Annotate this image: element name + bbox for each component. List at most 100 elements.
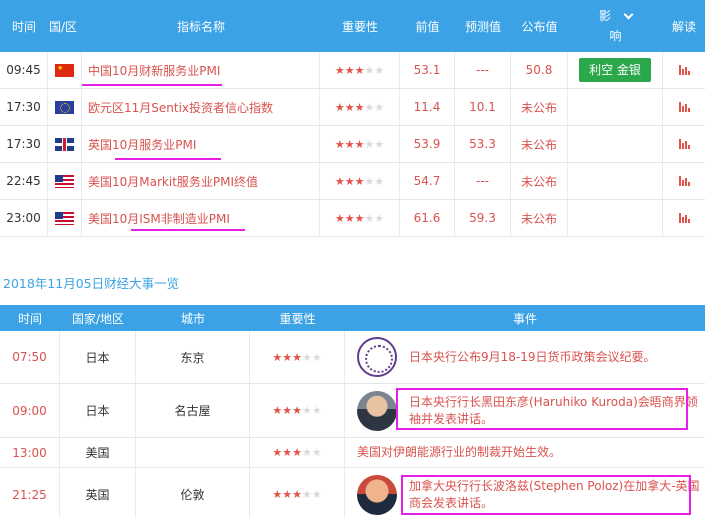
cell-forecast: 59.3 — [455, 200, 511, 236]
star-icon: ★ — [374, 137, 385, 151]
cell-previous: 54.7 — [400, 163, 455, 199]
star-icon: ★ — [292, 404, 302, 417]
annotation-underline — [131, 229, 245, 231]
cell-time: 07:50 — [0, 331, 60, 383]
flag-icon — [55, 100, 74, 114]
cell-country: 英国 — [60, 468, 136, 518]
cell-event[interactable]: 日本央行公布9月18-19日货币政策会议纪要。 — [345, 331, 705, 383]
header-forecast: 预测值 — [464, 19, 501, 34]
star-icon: ★ — [344, 137, 355, 151]
bar-chart-icon[interactable] — [678, 65, 690, 75]
star-icon: ★ — [311, 404, 322, 417]
cell-indicator-name[interactable]: 英国10月服务业PMI — [82, 126, 320, 162]
bar-chart-icon[interactable] — [678, 213, 690, 223]
star-icon: ★ — [272, 488, 283, 501]
header-country: 国家/地区 — [71, 311, 125, 326]
star-icon: ★ — [292, 446, 302, 459]
cell-importance: ★★★★★ — [320, 52, 400, 88]
flag-icon — [55, 63, 74, 77]
star-icon: ★ — [292, 350, 302, 364]
cell-effect — [568, 163, 663, 199]
effect-badge[interactable]: 利空 金银 — [579, 58, 651, 82]
indicator-row[interactable]: 17:30 英国10月服务业PMI ★★★★★ 53.9 53.3 未公布 — [0, 126, 705, 163]
header-importance: 重要性 — [279, 311, 316, 326]
chevron-down-icon[interactable] — [623, 9, 634, 19]
star-icon: ★ — [301, 446, 312, 459]
cell-indicator-name[interactable]: 中国10月财新服务业PMI — [82, 52, 320, 88]
indicator-row[interactable]: 17:30 欧元区11月Sentix投资者信心指数 ★★★★★ 11.4 10.… — [0, 89, 705, 126]
star-icon: ★ — [292, 488, 302, 501]
cell-time: 17:30 — [0, 126, 48, 162]
cell-interpret[interactable] — [663, 126, 705, 162]
star-icon: ★ — [301, 350, 312, 364]
bar-chart-icon[interactable] — [678, 102, 690, 112]
star-icon: ★ — [282, 404, 293, 417]
header-effect[interactable]: 影 响 — [568, 0, 663, 52]
cell-interpret[interactable] — [663, 163, 705, 199]
star-icon: ★ — [272, 446, 283, 459]
bar-chart-icon[interactable] — [678, 139, 690, 149]
star-icon: ★ — [334, 100, 345, 114]
annotation-underline — [115, 158, 221, 160]
star-icon: ★ — [374, 211, 385, 225]
star-rating: ★★★★★ — [335, 64, 384, 77]
cell-city — [136, 438, 250, 467]
header-city: 城市 — [180, 311, 205, 326]
header-previous: 前值 — [415, 19, 440, 34]
star-icon: ★ — [334, 211, 345, 225]
cell-effect — [568, 126, 663, 162]
bar-chart-icon[interactable] — [678, 176, 690, 186]
header-indicator: 指标名称 — [176, 19, 225, 34]
header-importance: 重要性 — [341, 19, 378, 34]
star-rating: ★★★★★ — [335, 175, 384, 188]
star-icon: ★ — [354, 100, 365, 114]
cell-effect — [568, 200, 663, 236]
flag-icon — [55, 137, 74, 151]
cell-interpret[interactable] — [663, 89, 705, 125]
section-title: 2018年11月05日财经大事一览 — [3, 276, 180, 291]
header-interpret: 解读 — [671, 19, 696, 34]
star-icon: ★ — [344, 211, 355, 225]
cell-time: 22:45 — [0, 163, 48, 199]
cell-importance: ★★★★★ — [320, 89, 400, 125]
star-icon: ★ — [334, 174, 345, 188]
star-icon: ★ — [364, 100, 375, 114]
star-rating: ★★★★★ — [272, 351, 321, 364]
cell-flag — [48, 163, 82, 199]
indicator-table: 时间 国/区 指标名称 重要性 前值 预测值 公布值 影 响 解读 09:45 … — [0, 0, 705, 237]
star-icon: ★ — [272, 404, 283, 417]
cell-flag — [48, 89, 82, 125]
cell-published: 未公布 — [511, 126, 568, 162]
event-row[interactable]: 13:00 美国 ★★★★★ 美国对伊朗能源行业的制裁开始生效。 — [0, 438, 705, 468]
cell-time: 17:30 — [0, 89, 48, 125]
cell-city: 伦敦 — [136, 468, 250, 518]
star-icon: ★ — [334, 63, 345, 77]
cell-forecast: 53.3 — [455, 126, 511, 162]
cell-importance: ★★★★★ — [320, 126, 400, 162]
star-rating: ★★★★★ — [335, 101, 384, 114]
cell-indicator-name[interactable]: 欧元区11月Sentix投资者信心指数 — [82, 89, 320, 125]
header-country: 国/区 — [48, 19, 78, 34]
cell-importance: ★★★★★ — [250, 384, 345, 437]
cell-time: 23:00 — [0, 200, 48, 236]
cell-importance: ★★★★★ — [250, 331, 345, 383]
cell-event[interactable]: 美国对伊朗能源行业的制裁开始生效。 — [345, 438, 705, 467]
cell-interpret[interactable] — [663, 200, 705, 236]
cell-country: 日本 — [60, 384, 136, 437]
cell-interpret[interactable] — [663, 52, 705, 88]
indicator-row[interactable]: 22:45 美国10月Markit服务业PMI终值 ★★★★★ 54.7 ---… — [0, 163, 705, 200]
header-event: 事件 — [512, 311, 537, 326]
star-icon: ★ — [311, 488, 322, 501]
cell-time: 09:45 — [0, 52, 48, 88]
event-row[interactable]: 07:50 日本 东京 ★★★★★ 日本央行公布9月18-19日货币政策会议纪要… — [0, 331, 705, 384]
cell-forecast: --- — [455, 52, 511, 88]
star-rating: ★★★★★ — [272, 446, 321, 459]
cell-previous: 53.1 — [400, 52, 455, 88]
indicator-row[interactable]: 23:00 美国10月ISM非制造业PMI ★★★★★ 61.6 59.3 未公… — [0, 200, 705, 237]
star-icon: ★ — [301, 488, 312, 501]
cell-effect: 利空 金银 — [568, 52, 663, 88]
header-time: 时间 — [17, 311, 42, 326]
star-rating: ★★★★★ — [335, 138, 384, 151]
cell-indicator-name[interactable]: 美国10月Markit服务业PMI终值 — [82, 163, 320, 199]
bank-seal-icon — [357, 337, 397, 377]
